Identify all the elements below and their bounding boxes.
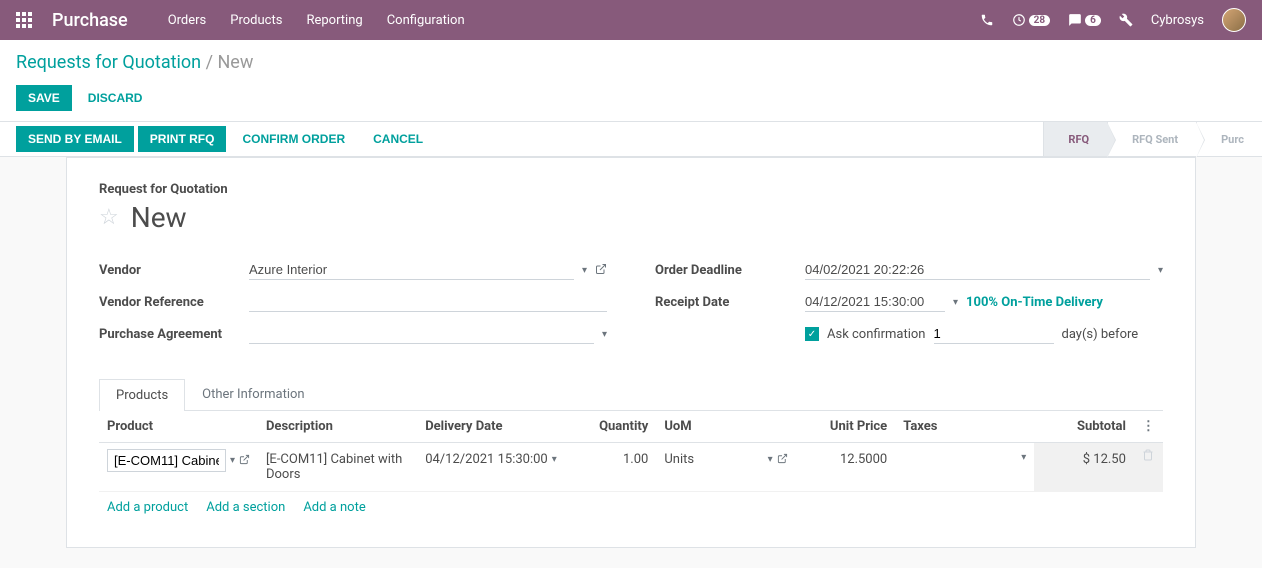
col-delivery: Delivery Date [417,411,576,443]
chevron-down-icon[interactable]: ▾ [1158,265,1163,276]
col-product: Product [99,411,258,443]
messages-icon[interactable]: 6 [1068,13,1101,27]
page-title: New [131,201,187,234]
label-deadline: Order Deadline [655,263,805,278]
col-unit-price: Unit Price [796,411,896,443]
label-vendor-ref: Vendor Reference [99,295,249,310]
label-ask-confirmation: Ask confirmation [827,327,926,342]
row-uom[interactable]: Units [664,452,763,467]
chevron-down-icon[interactable]: ▾ [1021,452,1026,463]
label-receipt: Receipt Date [655,295,805,310]
nav-configuration[interactable]: Configuration [387,13,465,28]
status-step-po[interactable]: Purc [1196,122,1262,156]
col-description: Description [258,411,417,443]
chevron-down-icon[interactable]: ▾ [602,329,607,340]
col-quantity: Quantity [577,411,657,443]
breadcrumb-current: New [217,52,253,73]
external-link-icon[interactable] [777,453,788,467]
row-subtotal: $ 12.50 [1042,449,1126,470]
form-subtitle: Request for Quotation [99,182,1163,197]
nav-orders[interactable]: Orders [168,13,207,28]
status-step-sent[interactable]: RFQ Sent [1107,122,1196,156]
nav-products[interactable]: Products [230,13,282,28]
external-link-icon[interactable] [595,263,607,278]
messages-badge: 6 [1085,15,1101,26]
discard-button[interactable]: Discard [88,91,143,105]
confirm-order-button[interactable]: Confirm Order [230,126,357,152]
breadcrumb: Requests for Quotation / New [16,52,1246,73]
table-row[interactable]: ▾ [E-COM11] Cabinet with Doors 04/12/202… [99,443,1163,492]
activity-badge: 28 [1029,15,1050,26]
add-section-link[interactable]: Add a section [206,500,285,515]
label-vendor: Vendor [99,263,249,278]
phone-icon[interactable] [980,13,994,27]
vendor-ref-field[interactable] [249,292,607,312]
deadline-field[interactable] [805,260,1150,280]
col-uom: UoM [656,411,795,443]
row-quantity[interactable]: 1.00 [585,449,649,470]
purchase-agreement-field[interactable] [249,324,594,344]
app-title[interactable]: Purchase [52,10,128,31]
row-unit-price[interactable]: 12.5000 [804,449,888,470]
row-delivery[interactable]: 04/12/2021 15:30:00 [425,452,548,467]
trash-icon[interactable] [1142,450,1154,465]
settings-icon[interactable] [1119,13,1133,27]
avatar[interactable] [1222,8,1246,32]
chevron-down-icon[interactable]: ▾ [230,455,235,466]
status-step-rfq[interactable]: RFQ [1043,122,1107,156]
label-days-before: day(s) before [1062,327,1139,342]
print-rfq-button[interactable]: Print RFQ [138,126,227,152]
chevron-down-icon[interactable]: ▾ [768,454,773,465]
ask-confirmation-checkbox[interactable]: ✓ [805,327,819,341]
ontime-link[interactable]: 100% On-Time Delivery [966,295,1103,310]
add-product-link[interactable]: Add a product [107,500,188,515]
confirmation-days-field[interactable] [934,324,1054,344]
vendor-field[interactable] [249,260,574,280]
activity-icon[interactable]: 28 [1012,13,1050,27]
external-link-icon[interactable] [239,454,250,468]
tab-products[interactable]: Products [99,379,185,411]
send-email-button[interactable]: Send by Email [16,126,134,152]
row-description[interactable]: [E-COM11] Cabinet with Doors [266,449,409,485]
username[interactable]: Cybrosys [1151,13,1204,28]
kebab-icon[interactable]: ⋮ [1142,419,1155,434]
row-product-field[interactable] [107,449,226,472]
priority-star-icon[interactable]: ☆ [99,205,119,230]
label-purchase-agreement: Purchase Agreement [99,327,249,342]
chevron-down-icon[interactable]: ▾ [552,454,557,465]
receipt-field[interactable] [805,292,945,312]
nav-reporting[interactable]: Reporting [306,13,362,28]
tab-other[interactable]: Other Information [185,378,321,410]
save-button[interactable]: Save [16,85,72,111]
apps-icon[interactable] [16,12,32,28]
col-subtotal: Subtotal [1034,411,1134,443]
add-note-link[interactable]: Add a note [303,500,365,515]
breadcrumb-parent[interactable]: Requests for Quotation [16,52,201,73]
chevron-down-icon[interactable]: ▾ [582,265,587,276]
col-taxes: Taxes [895,411,1034,443]
cancel-button[interactable]: Cancel [361,126,435,152]
chevron-down-icon[interactable]: ▾ [953,297,958,308]
